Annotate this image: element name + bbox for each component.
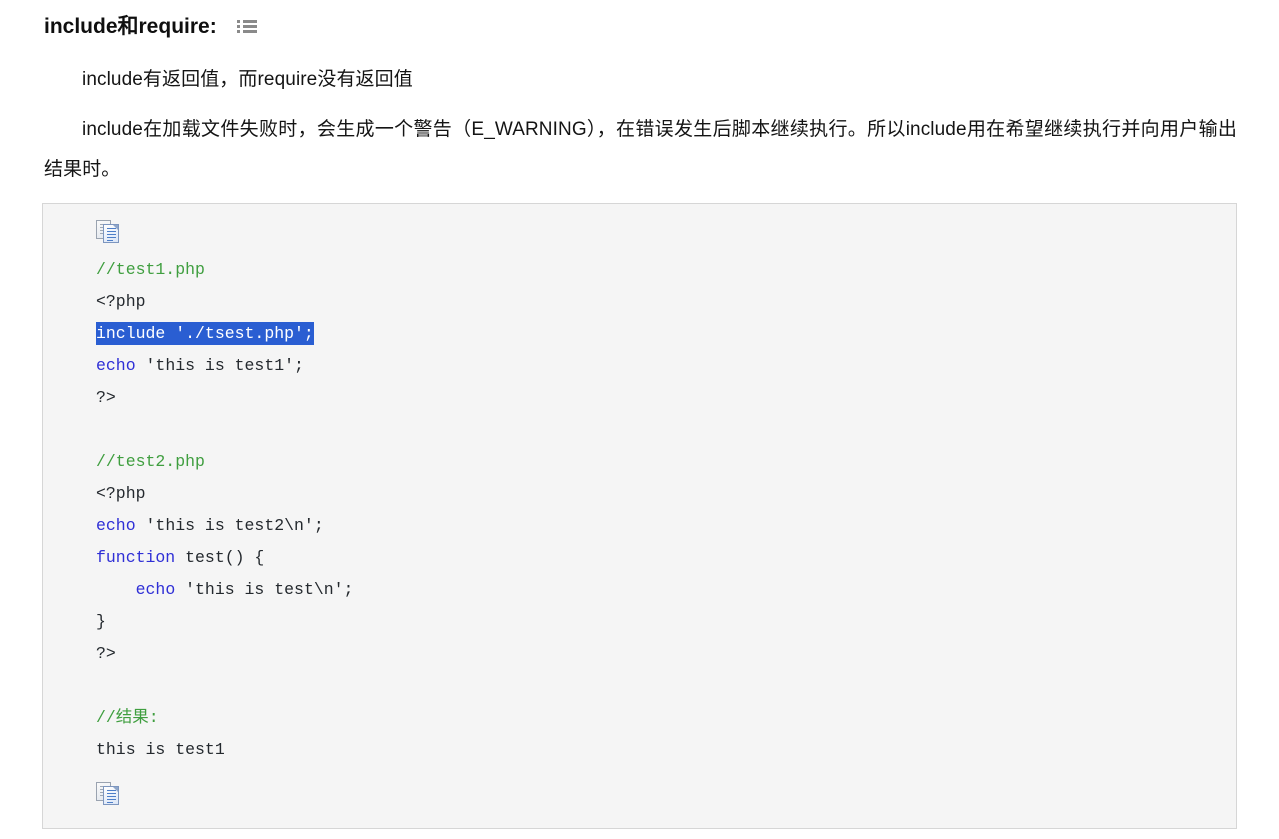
copy-icon[interactable]	[96, 220, 122, 244]
paragraph-2: include在加载文件失败时，会生成一个警告（E_WARNING），在错误发生…	[44, 119, 1237, 180]
code-block: //test1.php <?php include './tsest.php';…	[42, 203, 1237, 829]
code-content[interactable]: //test1.php <?php include './tsest.php';…	[43, 244, 1236, 766]
copy-icon[interactable]	[96, 782, 122, 806]
page-title: include和require:	[44, 15, 217, 38]
paragraph-1: include有返回值，而require没有返回值	[82, 69, 413, 90]
list-icon[interactable]	[236, 19, 257, 35]
article-page: include和require: include有返回值，而require没有返…	[0, 0, 1279, 839]
section-heading: include和require:	[0, 0, 1279, 44]
